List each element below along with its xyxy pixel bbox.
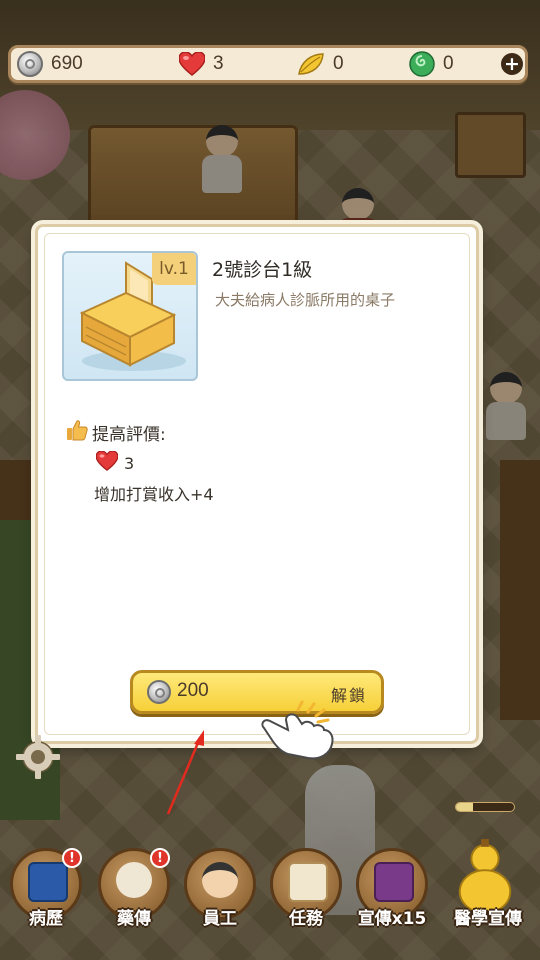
- coin-icon: [147, 680, 171, 704]
- leaf-icon: [297, 52, 325, 76]
- heart-counter: 3: [179, 48, 224, 80]
- thumbs-up-icon: [66, 419, 88, 445]
- improve-rating-label: 提高評價:: [92, 424, 166, 445]
- nav-medical-records[interactable]: ! 病歷: [8, 848, 84, 929]
- scroll-icon: [288, 862, 328, 902]
- jade-value: 0: [443, 53, 454, 74]
- nav-label: 病歷: [29, 909, 63, 929]
- resource-bar: 690 3 0 0 +: [8, 45, 528, 83]
- settings-gear-icon[interactable]: [14, 733, 62, 785]
- coin-icon: [17, 51, 43, 77]
- nav-tasks[interactable]: 任務: [268, 848, 344, 929]
- nav-staff[interactable]: 員工: [182, 848, 258, 929]
- nav-label: 醫學宣傳: [454, 909, 522, 929]
- rating-value: 3: [124, 453, 135, 473]
- nav-label: 藥傳: [117, 909, 151, 929]
- alert-badge: !: [62, 848, 82, 868]
- nav-label: 員工: [203, 909, 237, 929]
- pointing-hand-icon: [258, 700, 338, 766]
- heart-icon: [179, 52, 205, 76]
- unlock-button[interactable]: 200 解鎖: [130, 670, 384, 714]
- promotion-progress-bar: [455, 802, 515, 812]
- nav-medicine[interactable]: ! 藥傳: [96, 848, 172, 929]
- flag-icon: [374, 862, 414, 902]
- bottom-nav-bar: ! 病歷 ! 藥傳 員工 任務 宣傳x15 醫學宣傳: [0, 839, 540, 960]
- leaf-value: 0: [333, 53, 344, 74]
- heart-icon: [95, 450, 119, 475]
- add-currency-button[interactable]: +: [501, 48, 523, 80]
- progress-fill: [456, 803, 474, 811]
- nav-medical-promotion[interactable]: 醫學宣傳: [446, 839, 536, 929]
- item-image-frame: lv.1: [62, 251, 198, 381]
- item-description: 大夫給病人診脈所用的桌子: [215, 291, 396, 309]
- coin-counter: 690: [17, 48, 83, 80]
- jade-icon: [409, 51, 435, 77]
- plus-icon: +: [501, 53, 523, 75]
- nav-label: 任務: [289, 909, 323, 929]
- alert-badge: !: [150, 848, 170, 868]
- herb-bowl-icon: [116, 862, 152, 898]
- tip-income-bonus: 增加打賞收入+4: [94, 485, 214, 504]
- upgrade-dialog: lv.1 2號診台1級 大夫給病人診脈所用的桌子 提高評價: 3 增加打賞收入+…: [35, 224, 479, 744]
- coin-value: 690: [51, 53, 83, 74]
- level-badge: lv.1: [152, 253, 196, 285]
- jade-counter: 0: [409, 48, 454, 80]
- book-icon: [28, 862, 68, 902]
- leaf-counter: 0: [297, 48, 344, 80]
- nav-label: 宣傳x15: [357, 909, 427, 929]
- item-title: 2號診台1級: [212, 259, 313, 281]
- heart-value: 3: [213, 53, 224, 74]
- staff-icon: [202, 862, 238, 898]
- rating-row: 3: [95, 450, 135, 475]
- red-arrow-icon: [160, 728, 210, 822]
- nav-promotion[interactable]: 宣傳x15: [354, 848, 430, 929]
- unlock-cost: 200: [177, 680, 209, 701]
- improve-rating-row: 提高評價:: [66, 419, 166, 445]
